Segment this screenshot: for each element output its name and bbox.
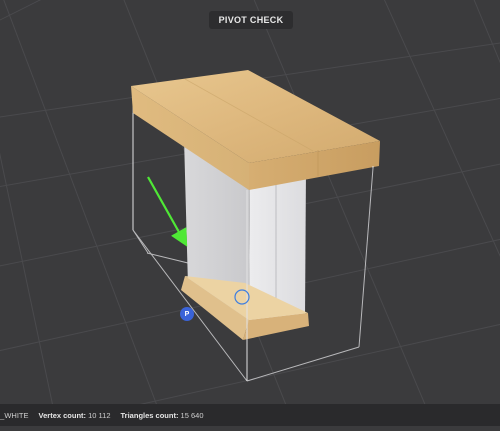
direction-arrow-icon [147,176,188,247]
view-title: PIVOT CHECK [209,11,293,29]
vertex-count-value: 10 112 [88,410,111,420]
status-bar: L_WHITE Vertex count: 10 112 Triangles c… [0,404,500,426]
triangles-count: Triangles count: 15 640 [121,411,204,420]
triangles-count-label: Triangles count: [120,410,179,420]
scene-canvas [0,0,500,431]
pivot-marker-icon[interactable]: P [180,307,194,321]
vertex-count-label: Vertex count: [38,410,87,420]
triangles-count-value: 15 640 [180,410,204,420]
vertex-count: Vertex count: 10 112 [39,411,111,420]
3d-viewport[interactable]: PIVOT CHECK P [0,0,500,431]
material-name: L_WHITE [0,410,29,420]
